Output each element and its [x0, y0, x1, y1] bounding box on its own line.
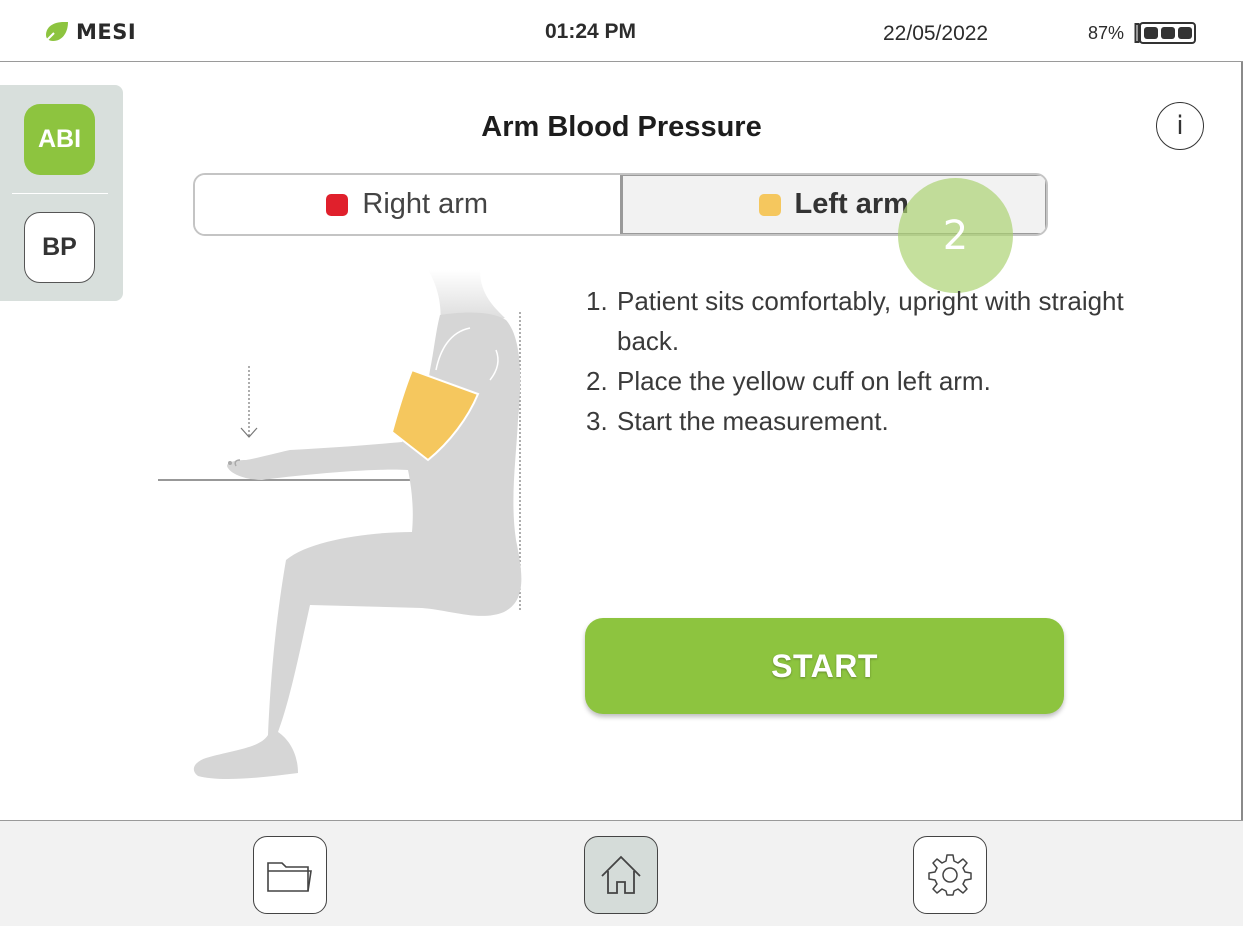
- page-title: Arm Blood Pressure: [481, 111, 762, 143]
- patient-posture-illustration: [158, 270, 522, 780]
- date: 22/05/2022: [883, 22, 989, 45]
- instruction-item: 2. Place the yellow cuff on left arm.: [586, 361, 1126, 401]
- step-badge: 2: [898, 178, 1013, 293]
- folder-icon: [267, 862, 312, 892]
- battery-icon: [1134, 22, 1196, 44]
- battery-percent: 87%: [1088, 23, 1125, 43]
- down-arrow-icon: [240, 366, 258, 438]
- instruction-text: Start the measurement.: [617, 406, 889, 436]
- brand-logo: MESI: [44, 20, 136, 44]
- home-icon: [601, 855, 641, 894]
- instruction-text: Patient sits comfortably, upright with s…: [617, 286, 1124, 356]
- instruction-item: 1. Patient sits comfortably, upright wit…: [586, 281, 1126, 361]
- tab-left-arm-label: Left arm: [794, 188, 909, 220]
- mesi-leaf-icon: [45, 22, 68, 42]
- gear-icon: [928, 854, 972, 896]
- start-button[interactable]: START: [585, 618, 1064, 714]
- settings-button[interactable]: [913, 836, 987, 914]
- instruction-text: Place the yellow cuff on left arm.: [617, 366, 991, 396]
- instruction-number: 1.: [586, 286, 608, 316]
- instruction-number: 3.: [586, 406, 608, 436]
- mode-bp-button[interactable]: BP: [24, 212, 95, 283]
- sidebar-divider: [12, 193, 108, 194]
- info-icon: i: [1176, 111, 1184, 141]
- right-arm-color-swatch: [326, 193, 349, 216]
- tab-right-arm-label: Right arm: [362, 188, 489, 220]
- instructions-list: 1. Patient sits comfortably, upright wit…: [586, 281, 1126, 441]
- clock: 01:24 PM: [545, 20, 637, 43]
- files-button[interactable]: [253, 836, 327, 914]
- info-button[interactable]: i: [1156, 102, 1204, 150]
- body-silhouette: [193, 312, 522, 780]
- left-arm-color-swatch: [758, 193, 781, 216]
- home-button[interactable]: [584, 836, 658, 914]
- status-bar: MESI 01:24 PM 22/05/2022 87%: [0, 0, 1243, 62]
- instruction-item: 3. Start the measurement.: [586, 401, 1126, 441]
- tab-right-arm[interactable]: Right arm: [195, 175, 620, 234]
- instruction-number: 2.: [586, 366, 608, 396]
- brand-name: MESI: [76, 20, 137, 44]
- bottom-nav: [0, 820, 1243, 926]
